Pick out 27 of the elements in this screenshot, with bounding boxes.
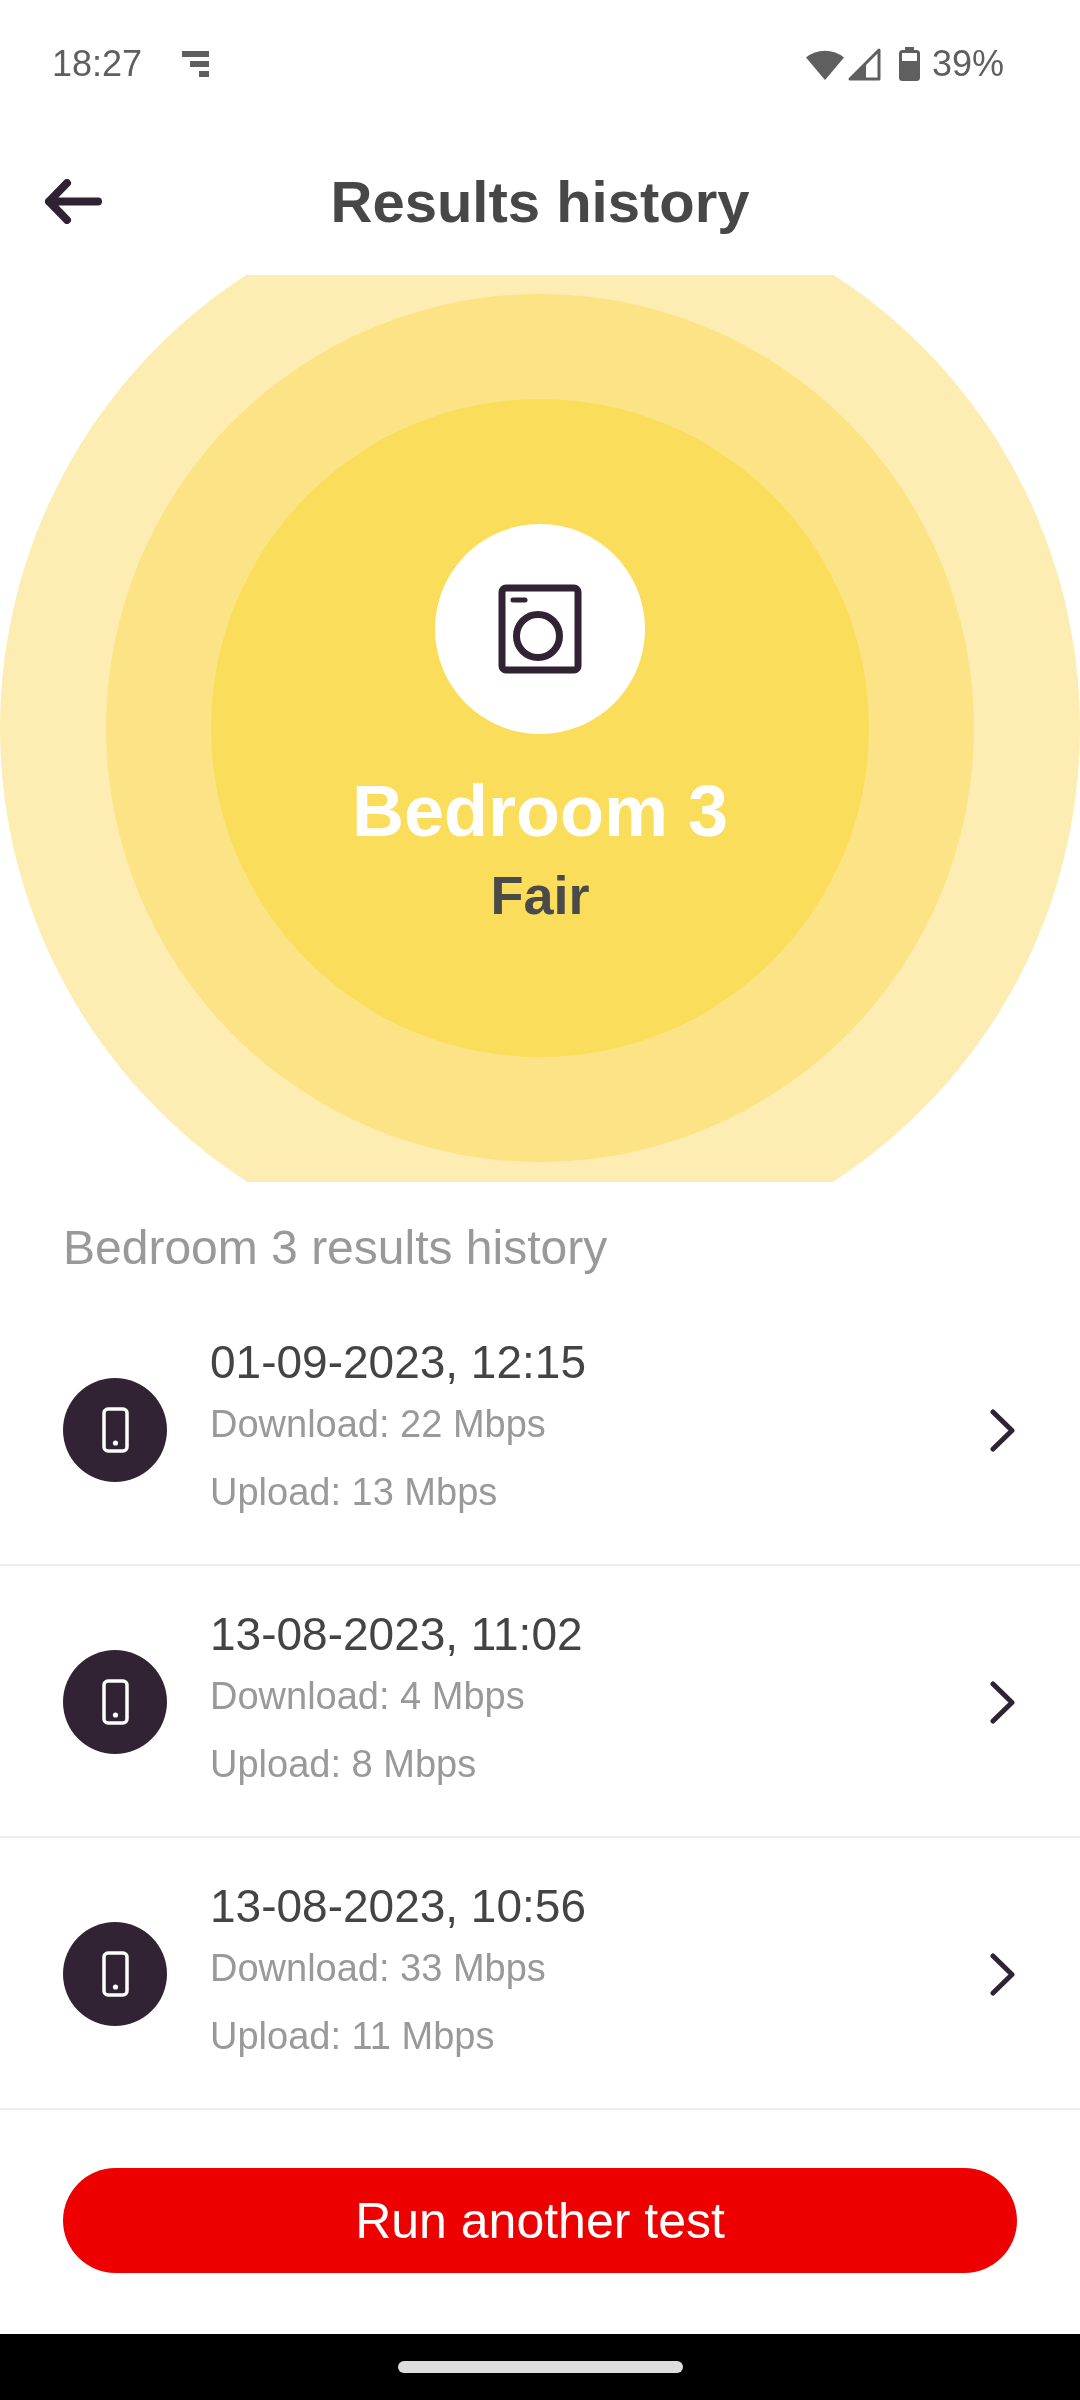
rating-label: Fair <box>490 865 590 925</box>
upload-speed: Upload: 11 Mbps <box>210 2014 496 2059</box>
result-date: 13-08-2023, 11:02 <box>210 1607 583 1662</box>
result-row[interactable]: 13-08-2023, 11:02 Download: 4 Mbps Upload: 8 Mbps <box>0 1566 1080 1838</box>
room-name: Bedroom 3 <box>351 771 729 851</box>
chevron-right-icon <box>990 1680 1015 1724</box>
download-speed: Download: 4 Mbps <box>210 1674 526 1719</box>
status-time: 18:27 <box>52 44 143 84</box>
page-title: Results history <box>330 167 750 236</box>
result-date: 13-08-2023, 10:56 <box>210 1879 586 1934</box>
result-row[interactable]: 13-08-2023, 10:56 Download: 33 Mbps Upload: 11 Mbps <box>0 1838 1080 2110</box>
signal-icon <box>847 47 881 81</box>
download-speed: Download: 22 Mbps <box>210 1402 547 1447</box>
result-date: 01-09-2023, 12:15 <box>210 1335 586 1390</box>
section-title: Bedroom 3 results history <box>63 1221 608 1274</box>
result-row[interactable]: 01-09-2023, 12:15 Download: 22 Mbps Upload: 13 Mbps <box>0 1294 1080 1566</box>
notification-icon <box>182 51 210 77</box>
chevron-right-icon <box>990 1408 1015 1452</box>
download-speed: Download: 33 Mbps <box>210 1946 547 1991</box>
back-icon[interactable] <box>45 179 102 224</box>
chevron-right-icon <box>990 1952 1015 1996</box>
battery-icon <box>898 47 920 81</box>
wifi-icon <box>805 48 844 80</box>
upload-speed: Upload: 13 Mbps <box>210 1470 499 1515</box>
upload-speed: Upload: 8 Mbps <box>210 1742 478 1787</box>
battery-percentage: 39% <box>931 44 1004 84</box>
run-test-button[interactable]: Run another test <box>63 2168 1017 2273</box>
